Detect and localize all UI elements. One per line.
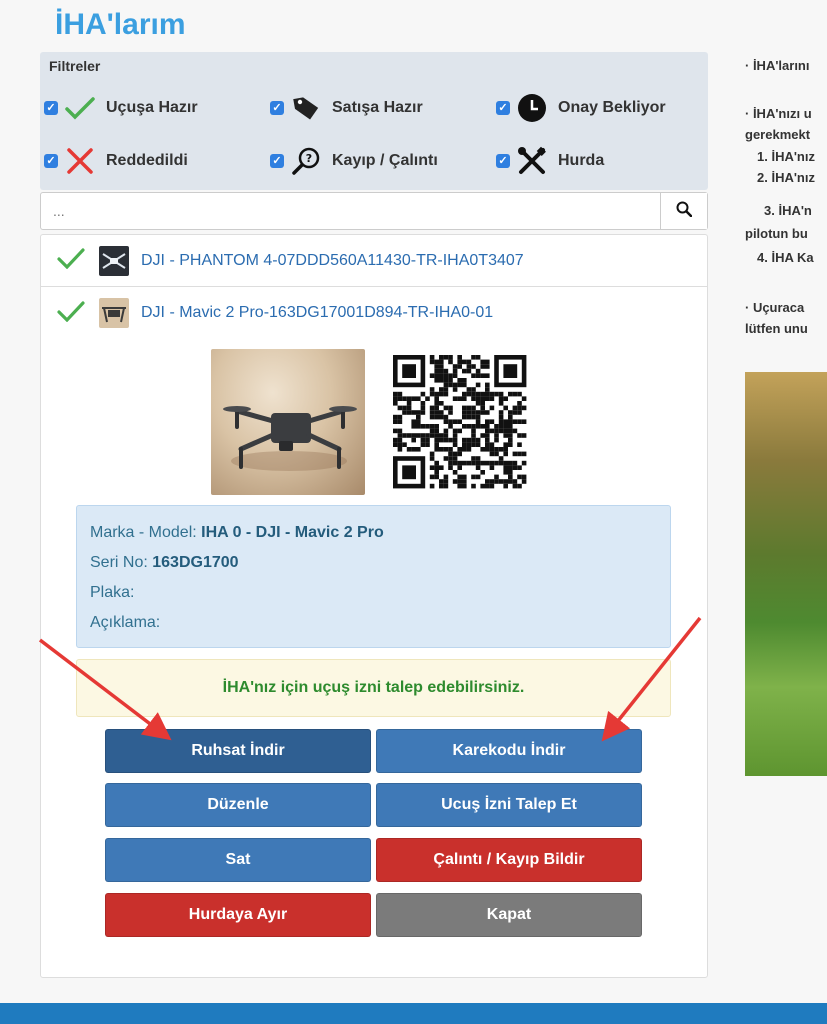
- check-icon: [64, 92, 96, 124]
- filters-title: Filtreler: [49, 58, 101, 74]
- filters-panel: Filtreler ✓ Uçuşa Hazır ✓ Satışa Hazır ✓…: [40, 52, 708, 190]
- brand-model-row: Marka - Model: IHA 0 - DJI - Mavic 2 Pro: [90, 520, 657, 550]
- plate-label: Plaka:: [90, 584, 135, 601]
- right-panel-line: 3. İHA'n: [764, 203, 812, 218]
- filter-label: Uçuşa Hazır: [106, 99, 198, 116]
- list-item-label: DJI - Mavic 2 Pro-163DG17001D894-TR-IHA0…: [141, 304, 494, 321]
- qr-code: [389, 353, 531, 491]
- drone-thumbnail: [99, 298, 129, 328]
- right-panel-line: 4. İHA Ka: [757, 250, 814, 265]
- search-button[interactable]: [660, 193, 707, 229]
- right-panel-line: 1. İHA'nız: [757, 149, 815, 164]
- search-icon: [676, 201, 693, 222]
- filter-label: Hurda: [558, 152, 605, 169]
- filter-ready-to-fly[interactable]: ✓ Uçuşa Hazır: [44, 92, 198, 124]
- search-input[interactable]: [41, 193, 661, 229]
- report-lost-stolen-button[interactable]: Çalıntı / Kayıp Bildir: [376, 838, 642, 882]
- checkbox-icon[interactable]: ✓: [270, 101, 284, 115]
- drone-photo: [211, 349, 365, 495]
- flight-permit-alert: İHA'nız için uçuş izni talep edebilirsin…: [76, 659, 671, 717]
- filter-lost-stolen[interactable]: ✓ ? Kayıp / Çalıntı: [270, 145, 438, 177]
- download-qr-button[interactable]: Karekodu İndir: [376, 729, 642, 773]
- request-flight-permit-button[interactable]: Ucuş İzni Talep Et: [376, 783, 642, 827]
- serial-value: 163DG1700: [152, 554, 239, 571]
- right-panel-line: 2. İHA'nız: [757, 170, 815, 185]
- filter-label: Satışa Hazır: [332, 99, 423, 116]
- clock-icon: [516, 92, 548, 124]
- list-item[interactable]: DJI - Mavic 2 Pro-163DG17001D894-TR-IHA0…: [41, 287, 707, 339]
- right-panel-line: pilotun bu: [745, 226, 808, 241]
- tag-icon: [290, 92, 322, 124]
- description-row: Açıklama:: [90, 610, 657, 640]
- checkbox-icon[interactable]: ✓: [270, 154, 284, 168]
- checkbox-icon[interactable]: ✓: [496, 101, 510, 115]
- filter-ready-for-sale[interactable]: ✓ Satışa Hazır: [270, 92, 423, 124]
- right-panel-line: lütfen unu: [745, 321, 808, 336]
- list-item-label: DJI - PHANTOM 4-07DDD560A11430-TR-IHA0T3…: [141, 251, 524, 269]
- page-title: İHA'larım: [55, 8, 186, 41]
- right-panel-line: · İHA'nızı u: [745, 106, 812, 121]
- drone-list: DJI - PHANTOM 4-07DDD560A11430-TR-IHA0T3…: [40, 234, 708, 978]
- checkbox-icon[interactable]: ✓: [44, 101, 58, 115]
- filter-label: Onay Bekliyor: [558, 99, 666, 116]
- check-icon: [57, 247, 87, 274]
- garden-photo: [745, 372, 827, 776]
- brand-model-value: IHA 0 - DJI - Mavic 2 Pro: [201, 524, 384, 541]
- footer-bar: [0, 1003, 827, 1024]
- right-panel-line: · Uçuraca: [745, 300, 805, 315]
- serial-row: Seri No: 163DG1700: [90, 550, 657, 580]
- search-bar: [40, 192, 708, 230]
- magnifier-question-icon: ?: [290, 145, 322, 177]
- right-panel-line: · İHA'larını: [745, 58, 810, 73]
- drone-info-box: Marka - Model: IHA 0 - DJI - Mavic 2 Pro…: [76, 505, 671, 648]
- edit-button[interactable]: Düzenle: [105, 783, 371, 827]
- x-icon: [64, 145, 96, 177]
- filter-rejected[interactable]: ✓ Reddedildi: [44, 145, 188, 177]
- checkbox-icon[interactable]: ✓: [44, 154, 58, 168]
- filter-label: Kayıp / Çalıntı: [332, 152, 438, 169]
- filter-pending-approval[interactable]: ✓ Onay Bekliyor: [496, 92, 666, 124]
- filter-scrap[interactable]: ✓ Hurda: [496, 145, 604, 177]
- close-button[interactable]: Kapat: [376, 893, 642, 937]
- sell-button[interactable]: Sat: [105, 838, 371, 882]
- svg-text:?: ?: [306, 152, 312, 165]
- plate-row: Plaka:: [90, 580, 657, 610]
- download-license-button[interactable]: Ruhsat İndir: [105, 729, 371, 773]
- drone-thumbnail: [99, 245, 129, 276]
- tools-icon: [516, 145, 548, 177]
- right-panel-line: gerekmekt: [745, 127, 811, 142]
- scrap-button[interactable]: Hurdaya Ayır: [105, 893, 371, 937]
- list-item[interactable]: DJI - PHANTOM 4-07DDD560A11430-TR-IHA0T3…: [41, 235, 707, 287]
- description-label: Açıklama:: [90, 614, 161, 631]
- brand-model-label: Marka - Model:: [90, 524, 197, 541]
- serial-label: Seri No:: [90, 554, 148, 571]
- filter-label: Reddedildi: [106, 152, 188, 169]
- checkbox-icon[interactable]: ✓: [496, 154, 510, 168]
- check-icon: [57, 300, 87, 327]
